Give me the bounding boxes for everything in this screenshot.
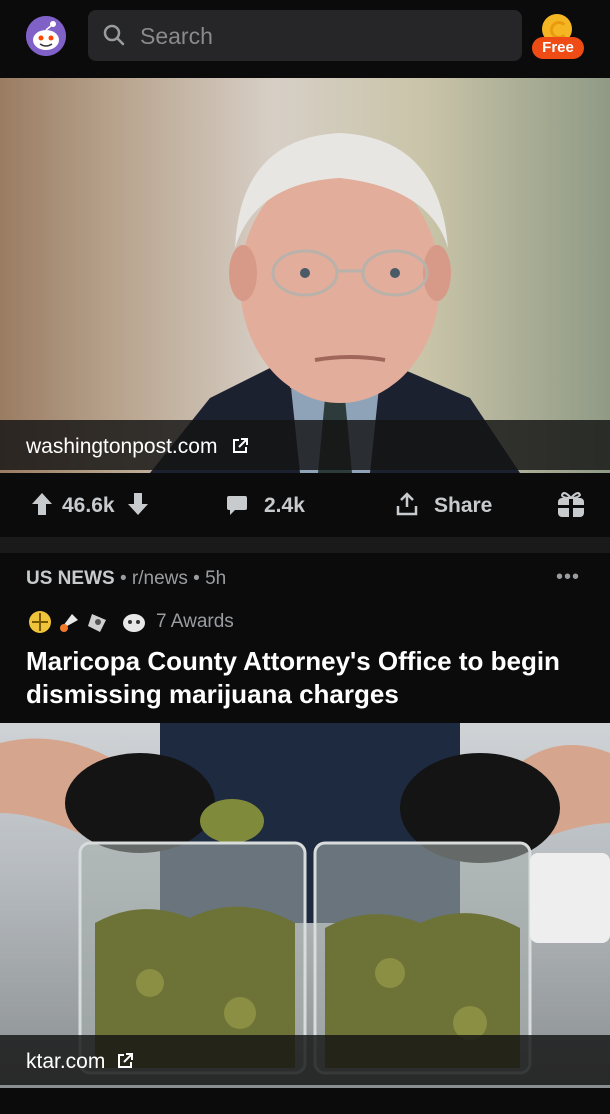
subreddit-name[interactable]: r/news bbox=[132, 568, 188, 589]
awards-row[interactable] bbox=[26, 608, 150, 641]
award-gift-icon[interactable] bbox=[556, 489, 586, 519]
link-domain[interactable]: washingtonpost.com bbox=[26, 435, 217, 459]
comment-icon[interactable] bbox=[226, 494, 248, 516]
post-image[interactable] bbox=[0, 723, 610, 1088]
awards-count[interactable]: 7 Awards bbox=[156, 611, 234, 633]
search-icon bbox=[103, 24, 125, 46]
free-coins-badge[interactable]: Free bbox=[532, 37, 584, 59]
external-link-icon bbox=[118, 1053, 133, 1068]
comment-count[interactable]: 2.4k bbox=[264, 494, 305, 518]
snoo-avatar-icon[interactable] bbox=[26, 16, 66, 56]
share-icon[interactable] bbox=[396, 492, 418, 516]
search-placeholder: Search bbox=[140, 23, 213, 49]
rocket-award-icon bbox=[60, 614, 78, 632]
link-preview-bar[interactable]: ktar.com bbox=[0, 1035, 610, 1085]
top-bar: Search Free bbox=[0, 0, 610, 72]
post-title[interactable]: Maricopa County Attorney's Office to beg… bbox=[26, 645, 586, 711]
post-age: 5h bbox=[205, 568, 227, 589]
helpful-award-icon bbox=[29, 611, 51, 633]
downvote-icon[interactable] bbox=[128, 493, 148, 515]
post-image[interactable] bbox=[0, 78, 610, 473]
silver-award-icon bbox=[123, 614, 145, 632]
meta-dot: • bbox=[193, 568, 206, 589]
external-link-icon bbox=[233, 438, 248, 453]
link-preview-bar[interactable]: washingtonpost.com bbox=[0, 420, 610, 470]
post-actions-bar: 46.6k 2.4k Share bbox=[0, 473, 610, 537]
post-meta: US NEWS • r/news • 5h bbox=[26, 568, 226, 590]
wholesome-award-icon bbox=[88, 614, 106, 632]
post-photo-portrait bbox=[150, 133, 520, 473]
search-input[interactable]: Search bbox=[88, 10, 522, 61]
next-post-actions-peek bbox=[0, 1088, 610, 1114]
subreddit-tag[interactable]: US NEWS bbox=[26, 568, 115, 589]
meta-dot: • bbox=[119, 568, 132, 589]
link-domain[interactable]: ktar.com bbox=[26, 1050, 105, 1074]
post-photo-cannabis bbox=[0, 723, 610, 1075]
more-options-icon[interactable]: ••• bbox=[556, 566, 580, 589]
post-divider bbox=[0, 537, 610, 553]
upvote-count: 46.6k bbox=[62, 494, 115, 517]
share-button[interactable]: Share bbox=[434, 494, 492, 518]
award-icons bbox=[29, 611, 145, 633]
upvote-icon[interactable] bbox=[32, 493, 52, 515]
